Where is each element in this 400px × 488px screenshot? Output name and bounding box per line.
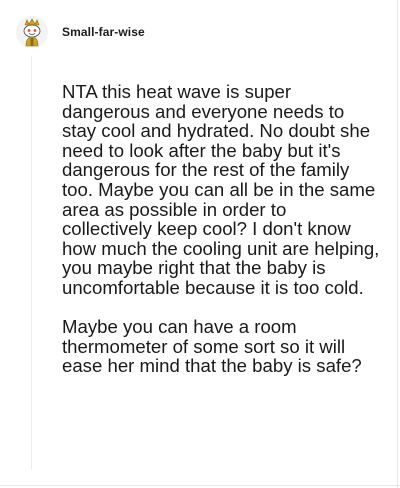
comment-card: Small-far-wise NTA this heat wave is sup… bbox=[0, 0, 400, 488]
thread-collapse-line[interactable] bbox=[31, 56, 32, 470]
reddit-snoo-avatar-icon bbox=[16, 16, 48, 48]
frame-border-right bbox=[397, 0, 398, 488]
frame-border-bottom bbox=[0, 485, 400, 486]
user-avatar[interactable] bbox=[16, 16, 48, 48]
comment-paragraph: Maybe you can have a room thermometer of… bbox=[62, 316, 362, 377]
comment-paragraph: NTA this heat wave is super dangerous an… bbox=[62, 81, 380, 298]
comment-body: NTA this heat wave is super dangerous an… bbox=[62, 82, 380, 376]
comment-username[interactable]: Small-far-wise bbox=[62, 25, 145, 39]
